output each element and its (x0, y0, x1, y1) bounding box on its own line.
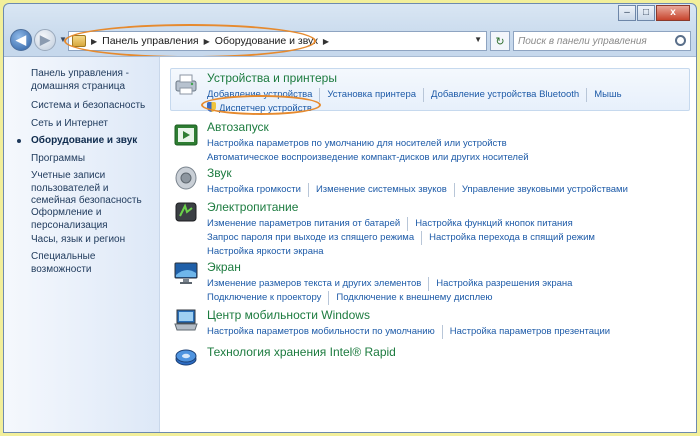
links-row: Изменение размеров текста и других элеме… (207, 277, 586, 291)
link-device-manager[interactable]: Диспетчер устройств (207, 102, 319, 116)
links-row: Диспетчер устройств (207, 102, 636, 116)
content-area: Панель управления - домашняя страница Си… (4, 56, 696, 432)
search-input[interactable]: Поиск в панели управления (513, 31, 691, 51)
speaker-icon (175, 166, 197, 190)
address-dropdown-icon[interactable]: ▼ (474, 35, 482, 44)
link-text-size[interactable]: Изменение размеров текста и других элеме… (207, 277, 430, 291)
category-title-display[interactable]: Экран (207, 260, 586, 274)
link-system-sounds[interactable]: Изменение системных звуков (316, 183, 455, 197)
link-presentation-settings[interactable]: Настройка параметров презентации (450, 325, 617, 339)
links-row: Настройка яркости экрана (207, 245, 609, 259)
sidebar-item-network[interactable]: Сеть и Интернет (31, 118, 156, 131)
sidebar: Панель управления - домашняя страница Си… (4, 57, 160, 432)
link-brightness[interactable]: Настройка яркости экрана (207, 245, 331, 259)
back-button[interactable]: ◀ (10, 29, 32, 51)
forward-button[interactable]: ▶ (34, 29, 56, 51)
mobility-icon (174, 309, 198, 331)
category-title-mobility[interactable]: Центр мобильности Windows (207, 308, 624, 322)
sidebar-item-user-accounts[interactable]: Учетные записи пользователей и семейная … (31, 170, 156, 208)
category-power: Электропитание Изменение параметров пита… (207, 200, 609, 259)
control-panel-window: – □ x ◀ ▶ ▼ ▶ Панель управления ▶ Оборуд… (3, 3, 697, 433)
breadcrumb-arrow-icon[interactable]: ▶ (204, 37, 210, 46)
link-power-buttons[interactable]: Настройка функций кнопок питания (415, 217, 580, 231)
breadcrumb-arrow-icon[interactable]: ▶ (323, 37, 329, 46)
link-battery-settings[interactable]: Изменение параметров питания от батарей (207, 217, 409, 231)
link-add-device[interactable]: Добавление устройства (207, 88, 321, 102)
category-title-autoplay[interactable]: Автозапуск (207, 120, 543, 134)
links-row: Изменение параметров питания от батарей … (207, 217, 609, 231)
address-bar[interactable]: ▶ Панель управления ▶ Оборудование и зву… (68, 31, 487, 51)
category-devices-printers: Устройства и принтеры Добавление устройс… (207, 71, 636, 116)
main-panel: Устройства и принтеры Добавление устройс… (161, 57, 696, 432)
link-volume[interactable]: Настройка громкости (207, 183, 309, 197)
links-row: Автоматическое воспроизведение компакт-д… (207, 151, 543, 165)
links-row: Настройка громкости Изменение системных … (207, 183, 642, 197)
close-button[interactable]: x (656, 5, 690, 21)
category-mobility: Центр мобильности Windows Настройка пара… (207, 308, 624, 339)
caption-buttons: – □ x (617, 5, 690, 21)
sidebar-item-appearance[interactable]: Оформление и персонализация (31, 207, 156, 232)
minimize-button[interactable]: – (618, 5, 636, 21)
sidebar-item-accessibility[interactable]: Специальные возможности (31, 251, 156, 276)
display-icon (174, 262, 198, 284)
sidebar-item-label: Оборудование и звук (31, 135, 138, 146)
breadcrumb-arrow-icon[interactable]: ▶ (91, 37, 97, 46)
link-add-bluetooth[interactable]: Добавление устройства Bluetooth (431, 88, 588, 102)
link-resolution[interactable]: Настройка разрешения экрана (436, 277, 579, 291)
link-mobility-defaults[interactable]: Настройка параметров мобильности по умол… (207, 325, 443, 339)
link-label: Диспетчер устройств (219, 103, 312, 114)
maximize-button[interactable]: □ (637, 5, 655, 21)
link-projector[interactable]: Подключение к проектору (207, 291, 330, 305)
category-title-sound[interactable]: Звук (207, 166, 642, 180)
sidebar-item-home[interactable]: Панель управления - домашняя страница (31, 68, 156, 93)
printer-icon (175, 74, 197, 95)
category-intel-rapid-storage: Технология хранения Intel® Rapid (207, 345, 396, 359)
search-placeholder: Поиск в панели управления (518, 35, 647, 47)
breadcrumb-control-panel[interactable]: Панель управления (102, 35, 198, 47)
recent-pages-dropdown[interactable]: ▼ (59, 35, 67, 44)
power-icon (175, 202, 197, 222)
category-sound: Звук Настройка громкости Изменение систе… (207, 166, 642, 197)
category-title-power[interactable]: Электропитание (207, 200, 609, 214)
link-wakeup-password[interactable]: Запрос пароля при выходе из спящего режи… (207, 231, 423, 245)
sidebar-item-hardware-sound[interactable]: Оборудование и звук (17, 135, 156, 148)
link-mouse[interactable]: Мышь (594, 88, 628, 102)
links-row: Настройка параметров мобильности по умол… (207, 325, 624, 339)
sidebar-item-system-security[interactable]: Система и безопасность (31, 100, 156, 113)
link-audio-devices[interactable]: Управление звуковыми устройствами (462, 183, 635, 197)
category-display: Экран Изменение размеров текста и других… (207, 260, 586, 305)
sidebar-item-clock-region[interactable]: Часы, язык и регион (31, 234, 156, 247)
links-row: Добавление устройства Установка принтера… (207, 88, 636, 102)
link-add-printer[interactable]: Установка принтера (327, 88, 425, 102)
search-icon[interactable] (675, 35, 686, 46)
uac-shield-icon (207, 102, 216, 112)
category-autoplay: Автозапуск Настройка параметров по умолч… (207, 120, 543, 165)
active-bullet-icon (17, 139, 21, 143)
links-row: Запрос пароля при выходе из спящего режи… (207, 231, 609, 245)
link-autoplay-cds[interactable]: Автоматическое воспроизведение компакт-д… (207, 151, 536, 165)
links-row: Подключение к проектору Подключение к вн… (207, 291, 586, 305)
category-title-intel-rapid-storage[interactable]: Технология хранения Intel® Rapid (207, 345, 396, 359)
sidebar-item-programs[interactable]: Программы (31, 153, 156, 166)
control-panel-icon (72, 35, 86, 47)
autoplay-icon (174, 124, 198, 146)
navigation-bar: ◀ ▶ ▼ ▶ Панель управления ▶ Оборудование… (4, 26, 696, 56)
link-sleep-settings[interactable]: Настройка перехода в спящий режим (429, 231, 602, 245)
refresh-button[interactable]: ↻ (490, 31, 510, 51)
links-row: Настройка параметров по умолчанию для но… (207, 137, 543, 151)
breadcrumb-hardware-sound[interactable]: Оборудование и звук (215, 35, 318, 47)
storage-icon (175, 349, 197, 366)
category-title-devices-printers[interactable]: Устройства и принтеры (207, 71, 636, 85)
link-external-display[interactable]: Подключение к внешнему дисплею (336, 291, 499, 305)
link-autoplay-defaults[interactable]: Настройка параметров по умолчанию для но… (207, 137, 514, 151)
